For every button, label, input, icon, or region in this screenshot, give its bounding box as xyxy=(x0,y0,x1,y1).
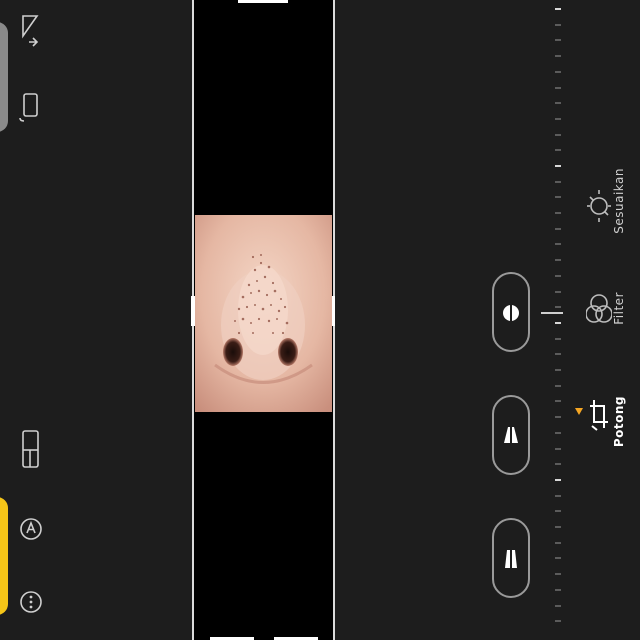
ruler-tick xyxy=(555,196,561,198)
rotate-icon[interactable] xyxy=(18,88,40,122)
ruler-tick xyxy=(555,416,561,418)
ruler-tick xyxy=(555,526,561,528)
straighten-button[interactable] xyxy=(492,272,530,352)
ruler-tick xyxy=(555,243,561,245)
ruler-tick xyxy=(555,149,561,151)
markup-icon[interactable] xyxy=(18,514,42,540)
photo-image xyxy=(195,215,332,412)
ruler-tick xyxy=(555,573,561,575)
ruler-tick xyxy=(555,322,561,324)
ruler-tick xyxy=(555,71,561,73)
more-icon[interactable] xyxy=(18,588,42,613)
ruler-tick xyxy=(555,338,561,340)
ruler-tick xyxy=(555,259,561,261)
angle-ruler[interactable] xyxy=(552,0,566,640)
ruler-tick xyxy=(555,353,561,355)
ruler-tick xyxy=(555,55,561,57)
ruler-tick xyxy=(555,432,561,434)
done-button-edge[interactable] xyxy=(0,497,8,615)
ruler-tick xyxy=(555,228,561,230)
ruler-tick xyxy=(555,495,561,497)
ruler-tick xyxy=(555,306,561,308)
ruler-tick xyxy=(555,557,561,559)
photo-editor-screen: Potong Filter Sesuaikan xyxy=(0,0,640,640)
adjust-icon xyxy=(587,190,611,222)
ruler-tick xyxy=(555,589,561,591)
ruler-tick xyxy=(555,8,561,10)
ruler-tick xyxy=(555,400,561,402)
tab-filter[interactable]: Filter xyxy=(580,292,640,352)
ruler-tick xyxy=(555,291,561,293)
ruler-tick xyxy=(555,165,561,167)
ruler-tick xyxy=(555,118,561,120)
aspect-ratio-icon[interactable] xyxy=(20,428,42,468)
ruler-tick xyxy=(555,212,561,214)
tab-filter-label: Filter xyxy=(612,292,626,325)
cancel-button-edge[interactable] xyxy=(0,22,8,132)
ruler-tick xyxy=(555,542,561,544)
horizontal-perspective-button[interactable] xyxy=(492,518,530,598)
ruler-tick xyxy=(555,24,561,26)
crop-icon xyxy=(590,400,608,431)
vertical-perspective-icon xyxy=(504,425,518,447)
ruler-tick xyxy=(555,463,561,465)
tab-potong-label: Potong xyxy=(612,396,626,448)
ruler-tick xyxy=(555,605,561,607)
ruler-indicator xyxy=(541,312,563,314)
ruler-tick xyxy=(555,369,561,371)
vertical-perspective-button[interactable] xyxy=(492,395,530,475)
ruler-tick xyxy=(555,385,561,387)
ruler-tick xyxy=(555,510,561,512)
ruler-tick xyxy=(555,479,561,481)
ruler-tick xyxy=(555,134,561,136)
ruler-tick xyxy=(555,39,561,41)
ruler-tick xyxy=(555,87,561,89)
tab-potong[interactable]: Potong xyxy=(580,396,640,456)
tab-sesuaikan[interactable]: Sesuaikan xyxy=(580,168,640,258)
flip-icon[interactable] xyxy=(19,10,41,47)
tab-sesuaikan-label: Sesuaikan xyxy=(612,168,626,234)
crop-handle-top[interactable] xyxy=(238,0,288,3)
horizontal-perspective-icon xyxy=(505,548,517,570)
ruler-tick xyxy=(555,620,561,622)
ruler-tick xyxy=(555,181,561,183)
ruler-tick xyxy=(555,275,561,277)
straighten-icon xyxy=(503,302,519,324)
filter-icon xyxy=(586,294,612,323)
ruler-tick xyxy=(555,448,561,450)
ruler-tick xyxy=(555,102,561,104)
